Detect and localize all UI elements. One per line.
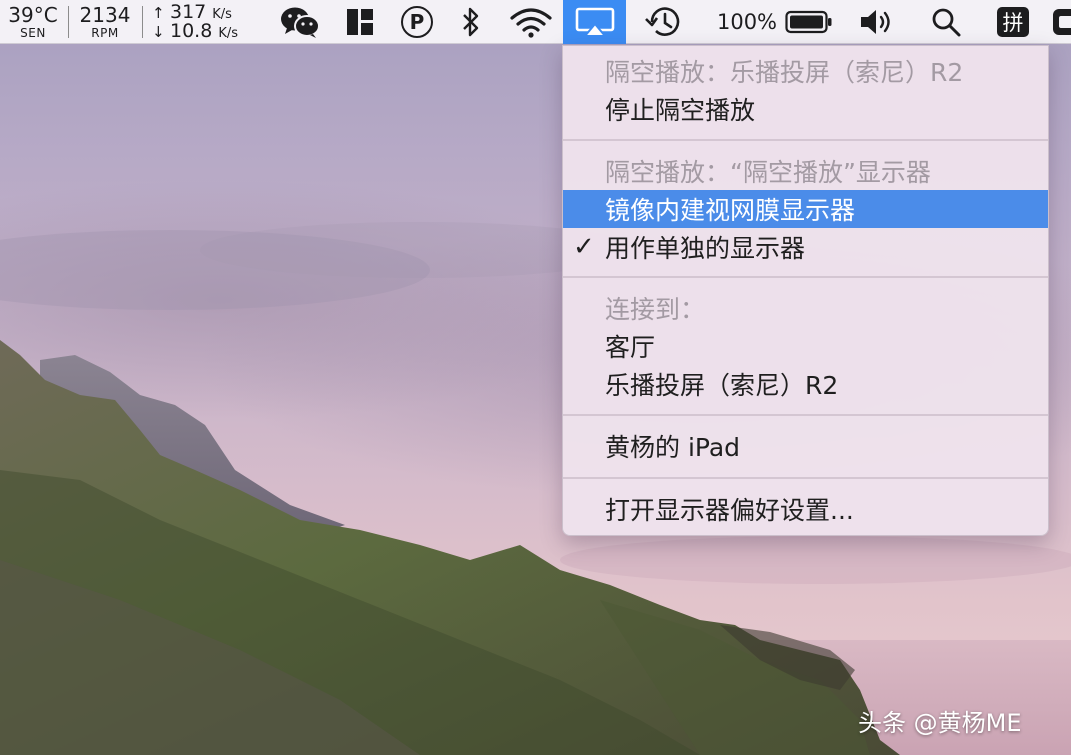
menu-item-label: 用作单独的显示器 xyxy=(605,234,806,263)
fan-speed-value: 2134 xyxy=(79,3,131,27)
input-method-pinyin[interactable]: 拼 xyxy=(993,0,1033,44)
download-speed: ↓ 10.8 K/s xyxy=(152,22,238,41)
menu-header-connect-to: 连接到： xyxy=(563,289,1048,327)
wechat-icon[interactable] xyxy=(276,0,324,44)
bluetooth-icon[interactable] xyxy=(456,0,486,44)
menu-item-label: 隔空播放：“隔空播放”显示器 xyxy=(605,158,931,187)
menu-item-label: 打开显示器偏好设置... xyxy=(605,496,854,525)
app-status-icon[interactable] xyxy=(1050,0,1071,44)
input-method-label: 拼 xyxy=(997,7,1029,37)
menu-item-label: 连接到： xyxy=(605,295,706,324)
airplay-icon xyxy=(575,7,614,37)
menu-item-open-display-preferences[interactable]: 打开显示器偏好设置... xyxy=(563,490,1048,528)
parking-p-label: P xyxy=(401,6,433,38)
temperature-label: SEN xyxy=(20,26,46,40)
temperature-sensor-status[interactable]: 39°C SEN xyxy=(4,0,62,44)
watermark-text: 头条 @黄杨ME xyxy=(858,709,1022,737)
time-machine-icon[interactable] xyxy=(642,0,686,44)
volume-icon[interactable] xyxy=(856,0,898,44)
upload-arrow-icon: ↑ xyxy=(152,4,165,22)
menu-item-label: 隔空播放：乐播投屏（索尼）R2 xyxy=(605,58,964,87)
menu-item-label: 乐播投屏（索尼）R2 xyxy=(605,371,839,400)
wifi-icon[interactable] xyxy=(506,0,556,44)
temperature-value: 39°C xyxy=(8,3,58,27)
menu-divider xyxy=(563,276,1048,278)
menu-item-stop-airplay[interactable]: 停止隔空播放 xyxy=(563,90,1048,128)
network-speed-status[interactable]: ↑ 317 K/s ↓ 10.8 K/s xyxy=(152,0,256,44)
airplay-menu-button[interactable] xyxy=(563,0,626,44)
checkmark-icon: ✓ xyxy=(573,232,595,262)
menu-item-use-as-separate-display[interactable]: ✓ 用作单独的显示器 xyxy=(563,228,1048,266)
download-speed-value: 10.8 xyxy=(170,20,213,42)
spotlight-search-icon[interactable] xyxy=(926,0,966,44)
menu-divider xyxy=(563,414,1048,416)
menu-divider xyxy=(563,477,1048,479)
fan-speed-label: RPM xyxy=(91,26,119,40)
parking-p-icon[interactable]: P xyxy=(398,0,436,44)
menu-item-device-ipad[interactable]: 黄杨的 iPad xyxy=(563,427,1048,465)
battery-status[interactable]: 100% xyxy=(714,0,836,44)
menu-item-label: 停止隔空播放 xyxy=(605,96,756,125)
menu-item-label: 镜像内建视网膜显示器 xyxy=(605,196,856,225)
fan-speed-status[interactable]: 2134 RPM xyxy=(76,0,134,44)
menu-bar: 39°C SEN 2134 RPM ↑ 317 K/s ↓ 10.8 K/s P… xyxy=(0,0,1071,44)
airplay-dropdown-menu: 隔空播放：乐播投屏（索尼）R2 停止隔空播放 隔空播放：“隔空播放”显示器 镜像… xyxy=(562,45,1049,536)
menubar-separator xyxy=(68,6,69,38)
upload-speed-unit: K/s xyxy=(212,7,232,22)
download-speed-unit: K/s xyxy=(218,26,238,41)
window-layout-icon[interactable] xyxy=(344,0,376,44)
menu-item-device-living-room[interactable]: 客厅 xyxy=(563,327,1048,365)
menu-header-airplay-to-lebo: 隔空播放：乐播投屏（索尼）R2 xyxy=(563,52,1048,90)
menu-item-label: 黄杨的 iPad xyxy=(605,433,741,462)
menu-item-mirror-builtin-display[interactable]: 镜像内建视网膜显示器 xyxy=(563,190,1048,228)
menu-item-label: 客厅 xyxy=(605,333,656,362)
battery-percent: 100% xyxy=(716,10,778,34)
download-arrow-icon: ↓ xyxy=(152,23,165,41)
menu-divider xyxy=(563,139,1048,141)
menu-header-airplay-display: 隔空播放：“隔空播放”显示器 xyxy=(563,152,1048,190)
battery-icon xyxy=(785,10,832,34)
menu-item-device-lebo-sony-r2[interactable]: 乐播投屏（索尼）R2 xyxy=(563,365,1048,403)
menubar-separator xyxy=(142,6,143,38)
